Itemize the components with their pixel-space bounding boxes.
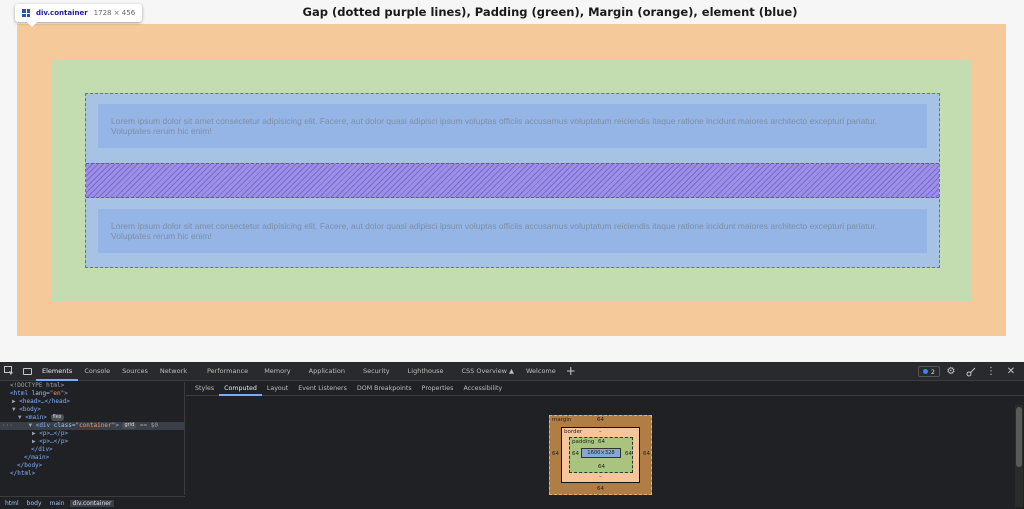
border-label: border	[564, 429, 583, 435]
settings-gear-icon[interactable]: ⚙	[942, 362, 960, 381]
tab-dom-breakpoints[interactable]: DOM Breakpoints	[352, 382, 417, 396]
border-bottom-value[interactable]: –	[599, 474, 602, 480]
tab-network[interactable]: Network	[154, 362, 193, 381]
border-top-value[interactable]: –	[599, 429, 602, 435]
grid-container[interactable]: Lorem ipsum dolor sit amet consectetur a…	[85, 93, 940, 268]
tab-elements[interactable]: Elements	[36, 362, 79, 381]
grid-badge[interactable]: grid	[122, 422, 137, 429]
styles-subtabs: Styles Computed Layout Event Listeners D…	[186, 382, 1024, 396]
padding-left-value[interactable]: 64	[572, 451, 579, 457]
margin-label: margin	[552, 417, 572, 423]
padding-label: padding	[572, 439, 595, 445]
add-tab-icon[interactable]: +	[562, 362, 580, 381]
grid-icon	[22, 9, 30, 17]
close-icon[interactable]: ✕	[1002, 362, 1020, 381]
scrollbar-thumb[interactable]	[1016, 407, 1022, 467]
margin-right-value[interactable]: 64	[643, 451, 650, 457]
main-node[interactable]: ▼ <main> flex	[18, 414, 64, 422]
box-model-content[interactable]: 1600×328	[581, 448, 621, 458]
tab-styles[interactable]: Styles	[190, 382, 219, 396]
inspect-element-icon[interactable]	[0, 362, 18, 381]
issues-count: 2	[930, 367, 935, 376]
box-model-padding[interactable]: padding 64 64 64 64 1600×328	[569, 437, 633, 473]
tooltip-selector: div.container	[36, 9, 88, 17]
tab-css-overview[interactable]: CSS Overview ▲	[455, 362, 520, 381]
body-close-node[interactable]: </body>	[17, 462, 42, 470]
head-node[interactable]: ▶ <head>…</head>	[12, 398, 70, 406]
html-node[interactable]: <html lang="en">	[10, 390, 68, 398]
paragraph-text: Lorem ipsum dolor sit amet consectetur a…	[111, 221, 878, 241]
div-container-node[interactable]: ··· ▼ <div class="container"> grid == $0	[0, 422, 185, 430]
breadcrumb-div-container[interactable]: div.container	[69, 499, 115, 507]
p-node[interactable]: ▶ <p>…</p>	[32, 438, 68, 446]
padding-right-value[interactable]: 64	[625, 451, 632, 457]
breadcrumb-body[interactable]: body	[24, 500, 45, 507]
p-node[interactable]: ▶ <p>…</p>	[32, 430, 68, 438]
box-model-border[interactable]: border – – padding 64 64 64 64 1600×328	[561, 427, 640, 483]
main-close-node[interactable]: </main>	[24, 454, 49, 462]
customize-icon[interactable]	[962, 362, 980, 381]
collapse-arrow-icon[interactable]: ▼	[16, 422, 35, 429]
more-menu-icon[interactable]: ⋮	[982, 362, 1000, 381]
inspect-tooltip: div.container 1728 × 456	[15, 4, 143, 27]
box-model-margin[interactable]: margin 64 64 64 64 border – – padding 64…	[549, 415, 652, 495]
margin-left-value[interactable]: 64	[552, 451, 559, 457]
devtools-panel: Elements Console Sources Network Perform…	[0, 362, 1024, 509]
doctype-node[interactable]: <!DOCTYPE html>	[10, 382, 64, 390]
flex-badge[interactable]: flex	[50, 414, 64, 421]
tab-application[interactable]: Application	[303, 362, 351, 381]
page-viewport: Lorem ipsum dolor sit amet consectetur a…	[0, 0, 1024, 362]
styles-pane: Styles Computed Layout Event Listeners D…	[186, 382, 1024, 509]
grid-gap-overlay	[86, 163, 939, 198]
selected-node-marker: == $0	[139, 422, 158, 429]
tab-layout[interactable]: Layout	[262, 382, 293, 396]
tab-properties[interactable]: Properties	[417, 382, 459, 396]
margin-top-value[interactable]: 64	[597, 417, 604, 423]
breadcrumb-main[interactable]: main	[47, 500, 68, 507]
breadcrumb: html body main div.container	[0, 496, 185, 509]
tab-memory[interactable]: Memory	[258, 362, 296, 381]
device-toolbar-icon[interactable]	[18, 362, 36, 381]
div-close-node[interactable]: </div>	[31, 446, 53, 454]
padding-top-value[interactable]: 64	[598, 439, 605, 445]
tab-event-listeners[interactable]: Event Listeners	[293, 382, 352, 396]
tab-accessibility[interactable]: Accessibility	[458, 382, 507, 396]
devtools-toolbar-right: 2 ⚙ ⋮ ✕	[917, 362, 1020, 381]
tab-sources[interactable]: Sources	[116, 362, 154, 381]
page-title: Gap (dotted purple lines), Padding (gree…	[302, 5, 798, 19]
dom-tree-panel[interactable]: <!DOCTYPE html> <html lang="en"> ▶ <head…	[0, 382, 185, 495]
grid-item-paragraph[interactable]: Lorem ipsum dolor sit amet consectetur a…	[98, 209, 927, 253]
tooltip-size: 1728 × 456	[93, 9, 136, 17]
paragraph-text: Lorem ipsum dolor sit amet consectetur a…	[111, 116, 878, 136]
tab-computed[interactable]: Computed	[219, 382, 262, 396]
breadcrumb-html[interactable]: html	[2, 500, 22, 507]
tab-welcome[interactable]: Welcome	[520, 362, 562, 381]
tab-console[interactable]: Console	[78, 362, 116, 381]
body-node[interactable]: ▼ <body>	[12, 406, 41, 414]
issues-badge[interactable]: 2	[917, 366, 940, 377]
margin-bottom-value[interactable]: 64	[597, 486, 604, 492]
devtools-tabbar: Elements Console Sources Network Perform…	[0, 362, 1024, 381]
tab-lighthouse[interactable]: Lighthouse	[402, 362, 450, 381]
tab-performance[interactable]: Performance	[201, 362, 254, 381]
scrollbar[interactable]	[1015, 405, 1023, 507]
tab-security[interactable]: Security	[357, 362, 396, 381]
issues-icon	[922, 369, 928, 374]
grid-item-paragraph[interactable]: Lorem ipsum dolor sit amet consectetur a…	[98, 104, 927, 148]
padding-bottom-value[interactable]: 64	[598, 464, 605, 470]
html-close-node[interactable]: </html>	[10, 470, 35, 478]
